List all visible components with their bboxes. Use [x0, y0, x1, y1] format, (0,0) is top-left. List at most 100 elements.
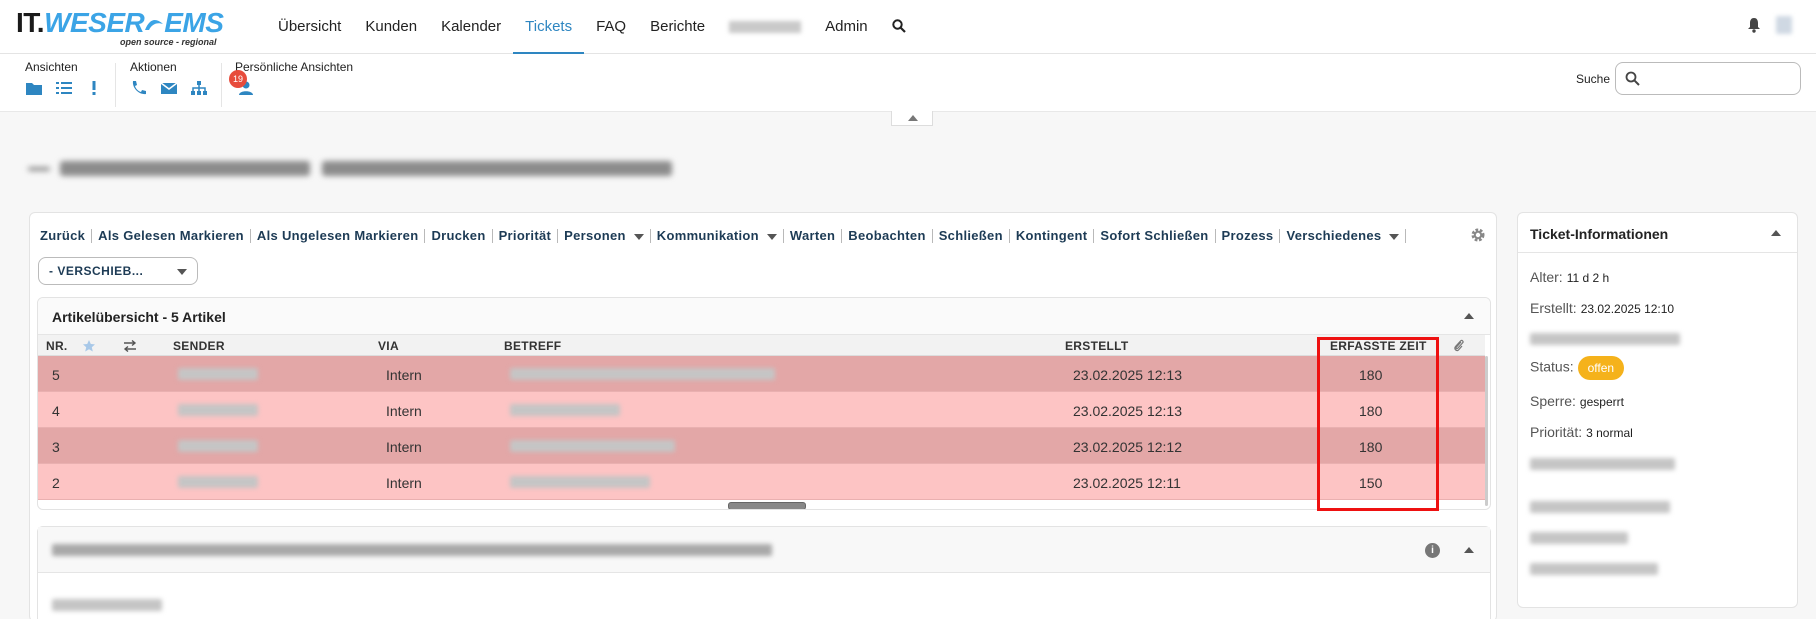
action-priority[interactable]: Priorität — [493, 229, 559, 243]
article-table-header: NR. SENDER VIA BETREFF ERSTELLT ERFASSTE… — [38, 335, 1485, 356]
nav-admin[interactable]: Admin — [813, 0, 880, 54]
sitemap-icon[interactable] — [190, 80, 208, 98]
article-detail-header[interactable]: i — [38, 527, 1490, 573]
collapse-icon[interactable] — [1464, 313, 1474, 319]
action-bar: Zurück Als Gelesen Markieren Als Ungeles… — [40, 228, 1407, 243]
info-priority-label: Priorität: — [1530, 424, 1583, 440]
direction-arrows-icon[interactable] — [123, 340, 137, 352]
info-status-label: Status: — [1530, 358, 1574, 375]
col-subject[interactable]: BETREFF — [504, 339, 561, 353]
ticket-info-header[interactable]: Ticket-Informationen — [1518, 213, 1797, 253]
article-overview-header[interactable]: Artikelübersicht - 5 Artikel — [38, 298, 1490, 335]
table-row[interactable]: 3 Intern 23.02.2025 12:12 180 — [38, 428, 1485, 464]
paperclip-icon — [1454, 339, 1464, 352]
info-icon[interactable]: i — [1425, 543, 1440, 558]
table-row[interactable]: 4 Intern 23.02.2025 12:13 180 — [38, 392, 1485, 428]
gear-icon[interactable] — [1470, 227, 1486, 243]
move-queue-select[interactable]: - VERSCHIEB... — [38, 257, 198, 285]
action-close[interactable]: Schließen — [933, 229, 1010, 243]
cell-created: 23.02.2025 12:13 — [1073, 403, 1182, 419]
action-people-label: Personen — [564, 228, 626, 243]
resize-handle[interactable] — [728, 502, 806, 509]
action-mark-read[interactable]: Als Gelesen Markieren — [92, 229, 251, 243]
vertical-scrollbar[interactable] — [1485, 356, 1488, 506]
status-badge: offen — [1577, 356, 1625, 380]
cell-sender-redacted — [178, 404, 258, 416]
article-subject-redacted — [52, 544, 772, 556]
user-avatar[interactable] — [1776, 16, 1792, 34]
top-navbar: IT.WESER EMS open source - regional Übers… — [0, 0, 1816, 54]
action-people[interactable]: Personen — [558, 229, 651, 243]
toolbar-collapse-toggle[interactable] — [891, 111, 933, 126]
company-logo[interactable]: IT.WESER EMS open source - regional — [16, 8, 238, 48]
action-close-now[interactable]: Sofort Schließen — [1094, 229, 1216, 243]
info-redacted — [1530, 501, 1670, 513]
action-misc[interactable]: Verschiedenes — [1280, 228, 1407, 243]
caret-down-icon — [766, 233, 777, 240]
nav-tickets[interactable]: Tickets — [513, 0, 585, 54]
action-mark-unread[interactable]: Als Ungelesen Markieren — [251, 229, 426, 243]
exclamation-icon[interactable] — [85, 80, 103, 98]
table-row[interactable]: 5 Intern 23.02.2025 12:13 180 — [38, 356, 1485, 392]
collapse-icon[interactable] — [1771, 230, 1781, 236]
nav-redacted[interactable] — [717, 0, 813, 54]
actions-title: Aktionen — [130, 60, 177, 74]
cell-nr: 2 — [52, 475, 60, 491]
personal-view-button[interactable]: 19 — [229, 70, 255, 98]
info-age: Alter: 11 d 2 h — [1530, 269, 1609, 285]
cell-sender-redacted — [178, 440, 258, 452]
action-quota[interactable]: Kontingent — [1010, 229, 1095, 243]
info-status: Status: offen — [1530, 356, 1625, 380]
action-print[interactable]: Drucken — [425, 229, 493, 243]
nav-overview[interactable]: Übersicht — [266, 0, 353, 54]
action-back[interactable]: Zurück — [40, 229, 93, 243]
action-communication[interactable]: Kommunikation — [651, 229, 784, 243]
col-nr[interactable]: NR. — [46, 339, 68, 353]
cell-created: 23.02.2025 12:11 — [1073, 475, 1181, 491]
folder-icon[interactable] — [25, 80, 43, 98]
time-column-highlight — [1317, 337, 1439, 511]
notification-badge: 19 — [229, 70, 247, 88]
info-created-label: Erstellt: — [1530, 300, 1577, 316]
article-from-redacted — [52, 599, 162, 611]
cell-nr: 5 — [52, 367, 60, 383]
star-icon[interactable] — [82, 339, 96, 353]
list-icon[interactable] — [55, 80, 73, 98]
col-via[interactable]: VIA — [378, 339, 399, 353]
phone-icon[interactable] — [130, 80, 148, 98]
ticket-info-panel: Ticket-Informationen Alter: 11 d 2 h Erst… — [1517, 212, 1798, 608]
collapse-icon[interactable] — [1464, 547, 1474, 553]
nav-customers[interactable]: Kunden — [353, 0, 429, 54]
action-pending[interactable]: Warten — [784, 229, 843, 243]
info-priority: Priorität: 3 normal — [1530, 424, 1633, 440]
info-created: Erstellt: 23.02.2025 12:10 — [1530, 300, 1674, 316]
info-created-value: 23.02.2025 12:10 — [1580, 302, 1675, 316]
logo-main: IT. — [16, 7, 45, 38]
article-overview: Artikelübersicht - 5 Artikel NR. SENDER … — [37, 297, 1491, 510]
envelope-icon[interactable] — [160, 80, 178, 98]
nav-calendar[interactable]: Kalender — [429, 0, 513, 54]
action-watch[interactable]: Beobachten — [842, 229, 933, 243]
table-row[interactable]: 2 Intern 23.02.2025 12:11 150 — [38, 464, 1485, 500]
info-redacted — [1530, 333, 1680, 345]
cell-subject-redacted — [510, 368, 775, 380]
cell-via: Intern — [386, 475, 422, 491]
info-age-label: Alter: — [1530, 269, 1563, 285]
action-process[interactable]: Prozess — [1216, 229, 1281, 243]
cell-nr: 4 — [52, 403, 60, 419]
nav-faq[interactable]: FAQ — [584, 0, 638, 54]
cell-via: Intern — [386, 367, 422, 383]
nav-reports[interactable]: Berichte — [638, 0, 717, 54]
cell-sender-redacted — [178, 476, 258, 488]
info-redacted — [1530, 532, 1628, 544]
article-detail: i — [37, 526, 1491, 619]
bell-icon[interactable] — [1746, 17, 1762, 33]
nav-search[interactable] — [880, 0, 918, 54]
cell-created: 23.02.2025 12:13 — [1073, 367, 1182, 383]
col-sender[interactable]: SENDER — [173, 339, 225, 353]
search-input[interactable] — [1615, 62, 1801, 95]
info-lock-value: gesperrt — [1579, 395, 1624, 409]
action-misc-label: Verschiedenes — [1286, 228, 1382, 243]
col-created[interactable]: ERSTELLT — [1065, 339, 1129, 353]
action-communication-label: Kommunikation — [656, 228, 759, 243]
